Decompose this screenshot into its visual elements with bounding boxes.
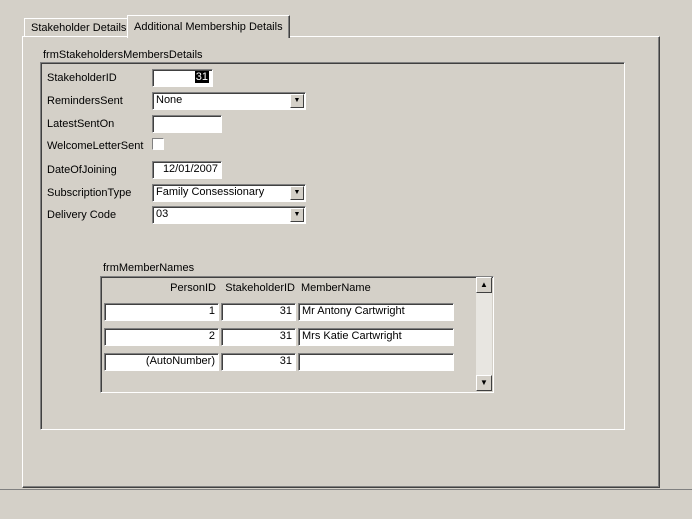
- table-row-new-member-name[interactable]: [298, 353, 454, 371]
- column-header-person-id: PersonID: [170, 282, 216, 294]
- table-row-new-person-id[interactable]: (AutoNumber): [104, 353, 219, 371]
- chevron-down-icon[interactable]: ▼: [290, 208, 304, 222]
- welcome-letter-sent-checkbox[interactable]: [152, 138, 164, 150]
- arrow-down-icon[interactable]: ▼: [476, 375, 492, 391]
- column-header-stakeholder-id: StakeholderID: [225, 282, 295, 294]
- date-of-joining-label: DateOfJoining: [47, 164, 117, 176]
- subscription-type-value: Family Consessionary: [156, 186, 265, 198]
- delivery-code-label: Delivery Code: [47, 209, 117, 221]
- column-header-member-name: MemberName: [301, 282, 371, 294]
- table-row-1-stakeholder-id[interactable]: 31: [221, 303, 296, 321]
- welcome-letter-sent-label: WelcomeLetterSent: [47, 140, 144, 152]
- tab-stakeholder-details[interactable]: Stakeholder Details: [24, 18, 134, 37]
- member-names-caption: frmMemberNames: [103, 262, 195, 274]
- latest-sent-on-label: LatestSentOn: [47, 118, 115, 130]
- table-row-new-stakeholder-id[interactable]: 31: [221, 353, 296, 371]
- tab-additional-membership-details[interactable]: Additional Membership Details: [127, 15, 290, 38]
- table-row-2-person-id[interactable]: 2: [104, 328, 219, 346]
- chevron-down-icon[interactable]: ▼: [290, 94, 304, 108]
- subscription-type-combo[interactable]: Family Consessionary ▼: [152, 184, 306, 202]
- table-row-2-stakeholder-id[interactable]: 31: [221, 328, 296, 346]
- stakeholder-id-value: 31: [194, 71, 209, 83]
- arrow-up-icon[interactable]: ▲: [476, 277, 492, 293]
- bottom-divider: [0, 489, 692, 490]
- reminders-sent-combo[interactable]: None ▼: [152, 92, 306, 110]
- tab-label: Additional Membership Details: [134, 21, 283, 33]
- table-row-1-person-id[interactable]: 1: [104, 303, 219, 321]
- chevron-down-icon[interactable]: ▼: [290, 186, 304, 200]
- stakeholder-id-label: StakeholderID: [47, 72, 117, 84]
- stakeholder-id-field[interactable]: 31: [152, 69, 213, 87]
- delivery-code-value: 03: [156, 208, 169, 220]
- table-row-2-member-name[interactable]: Mrs Katie Cartwright: [298, 328, 454, 346]
- vertical-scrollbar[interactable]: ▲ ▼: [476, 277, 492, 391]
- latest-sent-on-field[interactable]: [152, 115, 222, 133]
- tab-label: Stakeholder Details: [31, 22, 127, 34]
- delivery-code-combo[interactable]: 03 ▼: [152, 206, 306, 224]
- subscription-type-label: SubscriptionType: [47, 187, 132, 199]
- reminders-sent-value: None: [156, 94, 183, 106]
- subform-caption: frmStakeholdersMembersDetails: [43, 49, 203, 61]
- reminders-sent-label: RemindersSent: [47, 95, 123, 107]
- date-of-joining-value: 12/01/2007: [162, 163, 218, 175]
- date-of-joining-field[interactable]: 12/01/2007: [152, 161, 222, 179]
- table-row-1-member-name[interactable]: Mr Antony Cartwright: [298, 303, 454, 321]
